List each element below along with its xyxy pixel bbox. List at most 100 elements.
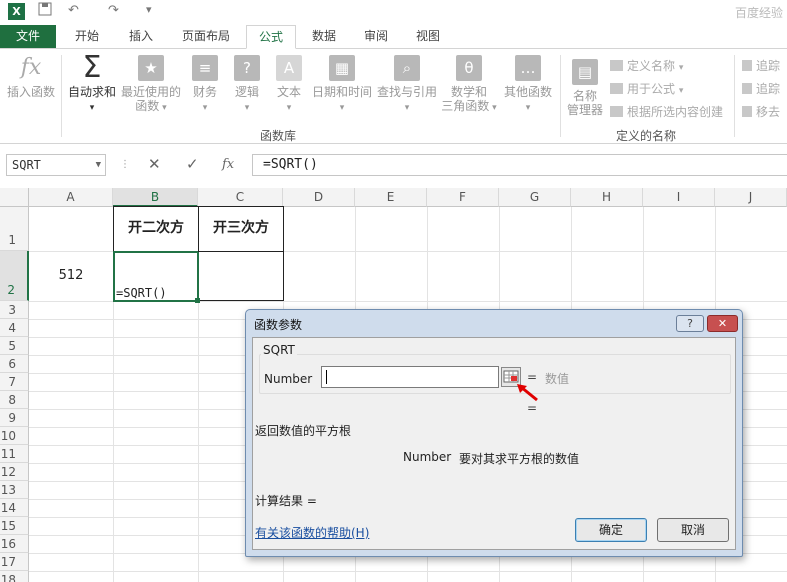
tab-file[interactable]: 文件 [0,25,56,49]
row-header[interactable]: 7 [0,373,29,391]
tab-data[interactable]: 数据 [300,25,348,49]
argument-type-hint: 数值 [545,372,570,386]
trace-precedents-button[interactable]: 追踪 [742,57,780,74]
use-in-formula-button[interactable]: 用于公式 ▾ [610,80,683,97]
more-functions-button[interactable]: … 其他函数 ▾ [500,55,556,115]
column-header[interactable]: D [283,188,355,207]
ribbon-tabs: 文件 开始 插入 页面布局 公式 数据 审阅 视图 [0,25,787,49]
ribbon-divider [61,55,62,137]
dialog-body: SQRT Number = 数值 = 返回数值的平方根 Number 要对其求平… [252,337,736,550]
theta-book-icon: θ [456,55,482,81]
question-book-icon: ? [234,55,260,81]
cell-B2-active[interactable]: =SQRT() [113,251,199,302]
grid-icon [610,106,623,117]
cell-A2[interactable]: 512 [29,251,113,301]
fill-handle[interactable] [195,298,200,303]
remove-arrows-label: 移去 [756,105,781,119]
remove-arrows-button[interactable]: 移去 [742,103,780,120]
create-from-selection-button[interactable]: 根据所选内容创建 [610,103,723,120]
cell-B1[interactable]: 开二次方 [113,206,199,252]
formula-input[interactable]: =SQRT() [252,154,787,176]
lookup-button[interactable]: ⌕ 查找与引用 ▾ [376,55,438,115]
function-name: SQRT [261,343,297,357]
recently-used-button[interactable]: ★ 最近使用的 函数 ▾ [120,55,182,115]
autosum-button[interactable]: Σ 自动求和 ▾ [66,53,118,115]
function-help-link[interactable]: 有关该函数的帮助(H) [255,524,369,541]
ok-button[interactable]: 确定 [575,518,647,542]
name-manager-label-2: 管理器 [566,103,603,117]
redo-icon[interactable]: ↷ [108,3,119,18]
datetime-label: 日期和时间 [311,85,372,99]
cell-C2[interactable] [198,251,284,301]
tab-review[interactable]: 审阅 [352,25,400,49]
cancel-button[interactable]: 取消 [657,518,729,542]
number-argument-input[interactable] [321,366,499,388]
name-box-value: SQRT [12,158,41,172]
row-header[interactable]: 15 [0,517,29,535]
dialog-title: 函数参数 [254,318,303,332]
equals-sign: = [527,370,538,384]
datetime-button[interactable]: ▦ 日期和时间 ▾ [310,55,374,115]
logical-button[interactable]: ? 逻辑 ▾ [228,55,266,115]
text-button[interactable]: A 文本 ▾ [270,55,308,115]
calculation-result: 计算结果 = [255,494,317,508]
column-header[interactable]: I [643,188,715,207]
tab-insert[interactable]: 插入 [116,25,166,49]
customize-toolbar-icon[interactable]: ▾ [146,3,152,16]
row-header[interactable]: 14 [0,499,29,517]
define-name-label: 定义名称 [627,59,676,73]
column-header[interactable]: C [198,188,283,207]
insert-function-button[interactable]: fx 插入函数 [4,55,58,99]
tab-home[interactable]: 开始 [62,25,112,49]
close-button[interactable]: ✕ [707,315,738,332]
row-header[interactable]: 9 [0,409,29,427]
row-header[interactable]: 10 [0,427,29,445]
tab-formulas[interactable]: 公式 [246,25,296,49]
cancel-icon[interactable]: ✕ [148,155,161,173]
help-button[interactable]: ? [676,315,704,332]
column-header[interactable]: A [29,188,113,207]
row-header[interactable]: 5 [0,337,29,355]
fx-icon[interactable]: fx [222,157,234,172]
column-header[interactable]: B [113,188,198,207]
undo-icon[interactable]: ↶ [68,3,79,18]
row-header[interactable]: 4 [0,319,29,337]
row-header[interactable]: 13 [0,481,29,499]
grip-icon: ⋮ [120,159,130,170]
row-header[interactable]: 6 [0,355,29,373]
row-header[interactable]: 18 [0,571,29,582]
argument-description: 要对其求平方根的数值 [459,452,580,466]
financial-button[interactable]: ≡ 财务 ▾ [186,55,224,115]
cell-C1[interactable]: 开三次方 [198,206,284,252]
row-header[interactable]: 12 [0,463,29,481]
name-manager-button[interactable]: ▤ 名称 管理器 [564,59,606,117]
tag-icon [610,60,623,71]
row-header[interactable]: 8 [0,391,29,409]
column-header[interactable]: H [571,188,643,207]
trace-dependents-button[interactable]: 追踪 [742,80,780,97]
column-header[interactable]: J [715,188,787,207]
select-all-corner[interactable] [0,188,29,207]
tab-page-layout[interactable]: 页面布局 [172,25,240,49]
trace-icon [742,60,752,71]
column-header[interactable]: E [355,188,427,207]
chevron-down-icon[interactable]: ▼ [96,155,101,175]
row-header[interactable]: 3 [0,301,29,319]
row-header[interactable]: 11 [0,445,29,463]
row-header[interactable]: 17 [0,553,29,571]
recent-label-1: 最近使用的 [120,85,181,99]
save-icon[interactable] [38,2,52,20]
define-name-button[interactable]: 定义名称 ▾ [610,57,683,74]
row-header[interactable]: 16 [0,535,29,553]
row-header[interactable]: 1 [0,207,29,251]
column-header[interactable]: F [427,188,499,207]
math-trig-button[interactable]: θ 数学和 三角函数 ▾ [440,55,498,115]
column-header[interactable]: G [499,188,571,207]
name-box[interactable]: SQRT ▼ [6,154,106,176]
tab-view[interactable]: 视图 [404,25,452,49]
create-from-selection-label: 根据所选内容创建 [627,105,724,119]
enter-icon[interactable]: ✓ [186,155,199,173]
trace-icon [742,83,752,94]
row-header[interactable]: 2 [0,251,29,301]
recent-label-2: 函数 [135,99,160,113]
